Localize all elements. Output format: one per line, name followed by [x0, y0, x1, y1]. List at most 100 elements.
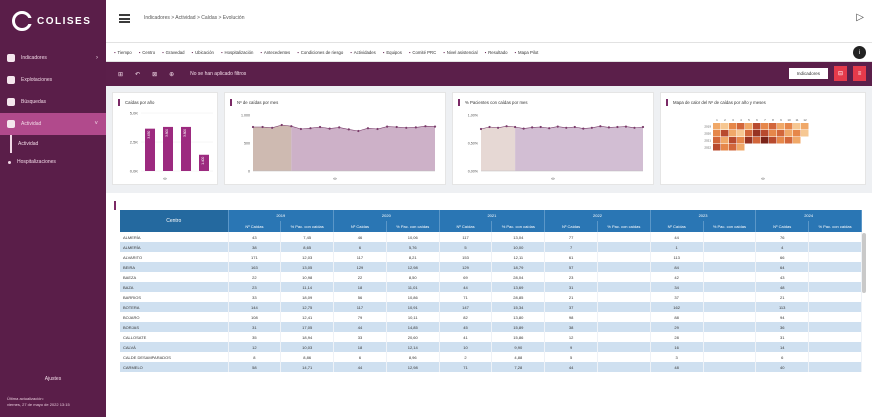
heatmap-cell	[793, 123, 801, 130]
toolbar-item-actividades[interactable]: Actividades	[350, 50, 376, 55]
expand-icon[interactable]: ∞	[225, 176, 445, 181]
sidebar-item-indicadores[interactable]: Indicadores ›	[0, 47, 106, 69]
table-row[interactable]: ALVARITO 171 12,03 117 8,21 153 12,11 61 113 66	[120, 252, 862, 262]
column-header-year[interactable]: 2021	[439, 210, 546, 221]
table-cell	[808, 272, 862, 282]
table-cell: 1	[650, 242, 704, 252]
sidebar-subitem-hospitalizaciones[interactable]: Hospitalizaciones	[0, 153, 106, 171]
heatmap-cell	[737, 144, 745, 151]
table-cell: 129	[333, 262, 387, 272]
column-header-pct-pacientes[interactable]: % Pac. con caídas	[280, 221, 335, 232]
grid-icon[interactable]: ⊞	[118, 71, 123, 78]
heatmap-cell	[753, 137, 761, 144]
table-cell: 12	[544, 332, 598, 342]
expand-icon[interactable]: ∞	[113, 176, 217, 181]
table-cell: 12	[228, 342, 282, 352]
table-row[interactable]: ALMERÍA 38 8,65 6 5,76 5 10,00 7 1 4	[120, 242, 862, 252]
sidebar-subitem-actividad[interactable]: Actividad	[10, 135, 106, 153]
column-header-year[interactable]: 2022	[544, 210, 651, 221]
cell-centro: CARMELO	[120, 362, 229, 372]
vertical-scrollbar[interactable]	[862, 233, 866, 293]
collapse-icon[interactable]: ⊟	[834, 66, 847, 81]
play-icon[interactable]: ▷	[856, 12, 864, 23]
table-cell: 28,85	[491, 292, 546, 302]
table-row[interactable]: BAZA 23 11,14 18 11,01 44 13,69 31 34 48	[120, 282, 862, 292]
table-row[interactable]: CALLOSATE 35 18,94 33 20,60 41 15,86 12 28 31	[120, 332, 862, 342]
table-cell: 8,96	[386, 352, 440, 362]
table-row[interactable]: ALMERÍA 43 7,45 46 10,06 117 13,04 77 44 76	[120, 232, 862, 242]
column-header-num-caidas[interactable]: Nº Caídas	[439, 221, 493, 232]
table-cell: 12,75	[280, 302, 335, 312]
table-cell: 37	[544, 302, 598, 312]
column-header-year[interactable]: 2023	[650, 210, 757, 221]
filter-bar: ⊞ ↶ ⊠ ⊕ No se han aplicado filtros Indic…	[106, 62, 872, 86]
table-row[interactable]: CARMELO 58 14,71 44 12,98 71 7,28 44 48 40	[120, 362, 862, 372]
undo-icon[interactable]: ↶	[135, 71, 140, 78]
menu-icon[interactable]: ≡	[853, 66, 866, 81]
column-header-year[interactable]: 2020	[333, 210, 440, 221]
toolbar-item-gravedad[interactable]: Gravedad	[162, 50, 185, 55]
indicator-selector[interactable]: Indicadores	[788, 68, 828, 79]
column-header-pct-pacientes[interactable]: % Pac. con caídas	[386, 221, 440, 232]
add-filter-icon[interactable]: ⊕	[169, 71, 174, 78]
column-header-pct-pacientes[interactable]: % Pac. con caídas	[703, 221, 757, 232]
heatmap-cell	[737, 137, 745, 144]
toolbar-item-mapa[interactable]: Mapa Pilot	[515, 50, 538, 55]
column-header-pct-pacientes[interactable]: % Pac. con caídas	[808, 221, 862, 232]
table-row[interactable]: BARRIOS 33 18,09 56 10,86 71 28,85 21 37 21	[120, 292, 862, 302]
column-header-num-caidas[interactable]: Nº Caídas	[544, 221, 598, 232]
toolbar-item-antecedentes[interactable]: Antecedentes	[260, 50, 290, 55]
toolbar-item-hospitalizacion[interactable]: Hospitalización	[221, 50, 253, 55]
sidebar-item-actividad[interactable]: Actividad ˅	[0, 113, 106, 135]
sidebar-item-busquedas[interactable]: Búsquedas	[0, 91, 106, 113]
expand-icon[interactable]: ∞	[661, 176, 865, 181]
heatmap-col-label: 12	[803, 118, 807, 122]
toolbar-item-centro[interactable]: Centro	[139, 50, 155, 55]
table-row[interactable]: CALVÁ 12 10,03 18 12,14 10 9,90 9 16 14	[120, 342, 862, 352]
heatmap-col-label: 4	[740, 118, 742, 122]
column-header-year[interactable]: 2019	[228, 210, 335, 221]
sidebar-item-explotaciones[interactable]: Explotaciones	[0, 69, 106, 91]
table-cell: 171	[228, 252, 282, 262]
table-cell: 31	[755, 332, 810, 342]
table-row[interactable]: BOTERA 144 12,75 117 10,91 147 15,34 37 162 113	[120, 302, 862, 312]
brand-logo[interactable]: COLISES	[12, 11, 91, 31]
column-header-pct-pacientes[interactable]: % Pac. con caídas	[491, 221, 546, 232]
table-cell: 33	[333, 332, 387, 342]
breadcrumb: Indicadores > Actividad > Caídas > Evolu…	[144, 15, 245, 21]
table-cell: 15,89	[491, 322, 546, 332]
clear-filter-icon[interactable]: ⊠	[152, 71, 157, 78]
table-cell: 79	[333, 312, 387, 322]
toolbar-item-ubicacion[interactable]: Ubicación	[192, 50, 214, 55]
table-row[interactable]: BORJAS 31 17,05 44 14,85 45 15,89 38 29 36	[120, 322, 862, 332]
hamburger-menu-icon[interactable]	[119, 14, 130, 23]
data-point	[641, 125, 645, 129]
column-header-num-caidas[interactable]: Nº Caídas	[650, 221, 704, 232]
table-cell: 113	[650, 252, 704, 262]
toolbar-item-nivel[interactable]: Nivel asistencial	[443, 50, 478, 55]
table-row[interactable]: BEIRA 163 13,05 129 12,98 129 18,79 57 84 64	[120, 262, 862, 272]
info-icon[interactable]: i	[853, 46, 866, 59]
column-header-pct-pacientes[interactable]: % Pac. con caídas	[597, 221, 651, 232]
toolbar-item-tiempo[interactable]: Tiempo	[114, 50, 132, 55]
chart-card-pacientes-caidas: % Pacientes con caídas por mes 0,00% 0,50…	[452, 92, 654, 185]
settings-button[interactable]: Ajustes	[0, 376, 106, 382]
toolbar-item-resultado[interactable]: Resultado	[485, 50, 507, 55]
column-header-year[interactable]: 2024	[755, 210, 862, 221]
column-header-num-caidas[interactable]: Nº Caídas	[755, 221, 810, 232]
y-tick-label: 2,5K	[130, 140, 139, 145]
toolbar-item-equipos[interactable]: Equipos	[383, 50, 402, 55]
column-header-num-caidas[interactable]: Nº Caídas	[228, 221, 282, 232]
data-point	[299, 127, 302, 131]
toolbar-item-comite[interactable]: Comité PRC	[409, 50, 436, 55]
toolbar-item-condiciones[interactable]: Condiciones de riesgo	[297, 50, 344, 55]
table-row[interactable]: BAEZA 22 10,98 22 8,50 69 28,04 23 42 43	[120, 272, 862, 282]
column-header-num-caidas[interactable]: Nº Caídas	[333, 221, 387, 232]
table-cell	[808, 312, 862, 322]
column-header-centro[interactable]: Centro	[120, 210, 229, 232]
expand-icon[interactable]: ∞	[453, 176, 653, 181]
table-row[interactable]: CALDE DESAMPARADOS 8 8,86 6 8,96 2 4,88 5 3 6	[120, 352, 862, 362]
table-cell: 5	[439, 242, 493, 252]
table-row[interactable]: BOJARO 108 12,41 79 10,11 82 13,80 98 88 94	[120, 312, 862, 322]
table-cell: 12,11	[491, 252, 546, 262]
